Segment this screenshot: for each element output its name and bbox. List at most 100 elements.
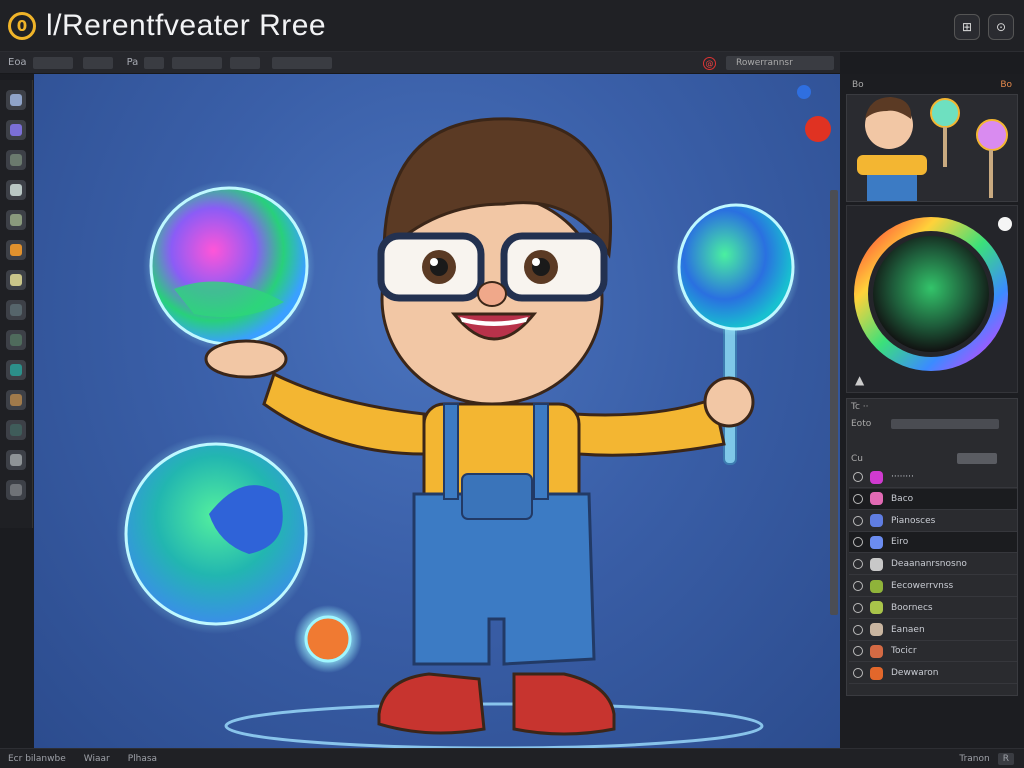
layer-thumbnail: [870, 492, 883, 506]
red-swatch[interactable]: [805, 116, 831, 142]
visibility-eye-icon[interactable]: [853, 646, 863, 657]
layer-thumbnail: [870, 514, 883, 528]
tool-select-button[interactable]: [6, 90, 26, 110]
canvas-scrollbar[interactable]: [830, 190, 838, 615]
toolbar-field-3[interactable]: [144, 56, 165, 69]
visibility-eye-icon[interactable]: [853, 668, 863, 679]
blue-swatch[interactable]: [797, 85, 811, 99]
layers-row-label: Eoto: [851, 419, 872, 429]
layers-header: Tc ··: [851, 402, 869, 412]
toolbar-menu-pa[interactable]: Pa: [127, 57, 139, 68]
right-hand: [703, 376, 755, 428]
toolbar-field-6[interactable]: [272, 56, 333, 69]
layer-row[interactable]: Pianosces: [849, 511, 1017, 532]
layer-row[interactable]: Eanaen: [849, 620, 1017, 641]
drawing-canvas[interactable]: [34, 74, 840, 748]
tool-eraser-button[interactable]: [6, 180, 26, 200]
smudge-icon: [10, 274, 22, 286]
toolbar-search-field[interactable]: Rowerrannsr: [726, 56, 834, 70]
tool-drop-button[interactable]: [6, 360, 26, 380]
layer-row[interactable]: Tocicr: [849, 641, 1017, 663]
layer-name: Deaananrsnosno: [891, 559, 967, 570]
brush-icon: [10, 304, 22, 316]
navigator-preview: [846, 94, 1018, 202]
visibility-eye-icon[interactable]: [853, 559, 863, 570]
current-color-swatch[interactable]: [998, 217, 1012, 231]
shape-icon: [10, 124, 22, 136]
toolbar-field-4[interactable]: [172, 56, 223, 69]
blend-mode-select[interactable]: [957, 453, 997, 464]
visibility-eye-icon[interactable]: [853, 581, 863, 591]
layer-name: Eanaen: [891, 624, 925, 635]
status-right-2[interactable]: R: [997, 752, 1014, 765]
status-item-3: Plhasa: [127, 753, 158, 764]
select-icon: [10, 94, 22, 106]
tool-brush-button[interactable]: [6, 300, 26, 320]
wand-bubble: [677, 203, 795, 331]
left-shoe: [377, 672, 486, 735]
left-hand: [204, 339, 288, 379]
eraser-icon: [10, 184, 22, 196]
drop-icon: [10, 364, 22, 376]
tool-color-pick-button[interactable]: [6, 240, 26, 260]
tool-smudge-button[interactable]: [6, 270, 26, 290]
layer-row[interactable]: Eiro: [849, 532, 1017, 554]
saturation-disc[interactable]: [873, 236, 989, 352]
preview-header: Bo Bo: [846, 78, 1018, 94]
status-bar: Ecr bilanwbe Wiaar Plhasa Tranon R: [0, 748, 1024, 768]
stamp-icon: [10, 334, 22, 346]
visibility-eye-icon[interactable]: [853, 515, 863, 526]
layers-panel: Tc ·· Eoto Cu ········ Baco Pianosces Eiro D…: [846, 398, 1018, 696]
toolbar: Eoa Pa @ Rowerrannsr: [0, 52, 840, 74]
tool-pen-button[interactable]: [6, 150, 26, 170]
layer-thumbnail: [870, 601, 883, 615]
status-item-1: Ecr bilanwbe: [8, 753, 66, 764]
opacity-slider[interactable]: [891, 419, 999, 429]
tool-blur-button[interactable]: [6, 390, 26, 410]
layer-row[interactable]: Baco: [849, 488, 1017, 510]
layer-row[interactable]: Deaananrsnosno: [849, 554, 1017, 576]
tool-fill-button[interactable]: [6, 210, 26, 230]
visibility-eye-icon[interactable]: [853, 493, 863, 504]
status-right-1: Tranon: [959, 753, 990, 764]
right-shoe: [512, 672, 616, 736]
record-icon[interactable]: @: [703, 57, 716, 70]
layer-name: Eecowerrvnss: [891, 581, 954, 591]
layer-thumbnail: [870, 557, 883, 571]
toolbar-field-1[interactable]: [32, 56, 73, 69]
tool-texture-button[interactable]: [6, 420, 26, 440]
tool-guide-button[interactable]: [6, 480, 26, 500]
layer-row[interactable]: Dewwaron: [849, 663, 1017, 685]
color-picker-panel[interactable]: ▲: [846, 205, 1018, 393]
tool-shape-button[interactable]: [6, 120, 26, 140]
toolbar-field-2[interactable]: [82, 56, 113, 69]
visibility-eye-icon[interactable]: [853, 537, 863, 548]
app-title: l/Rerentfveater Rree: [46, 8, 327, 42]
layer-name: ········: [891, 472, 914, 482]
tool-light-button[interactable]: [6, 450, 26, 470]
toolbar-menu-file[interactable]: Eoa: [8, 57, 27, 68]
pen-icon: [10, 154, 22, 166]
floor-ring: [224, 702, 764, 748]
eyedropper-icon[interactable]: ▲: [855, 373, 865, 387]
fill-icon: [10, 214, 22, 226]
window-settings-button[interactable]: ⊙: [988, 14, 1014, 40]
blur-icon: [10, 394, 22, 406]
layer-thumbnail: [870, 666, 883, 680]
window-layout-button[interactable]: ⊞: [954, 14, 980, 40]
visibility-eye-icon[interactable]: [853, 602, 863, 613]
layers-filter-label: Cu: [851, 454, 863, 464]
layer-row[interactable]: Boornecs: [849, 598, 1017, 619]
toolbar-field-5[interactable]: [230, 56, 261, 69]
light-icon: [10, 454, 22, 466]
tool-stamp-button[interactable]: [6, 330, 26, 350]
texture-icon: [10, 424, 22, 436]
visibility-eye-icon[interactable]: [853, 624, 863, 635]
layer-row[interactable]: ········: [849, 467, 1017, 488]
layer-name: Boornecs: [891, 602, 933, 613]
preview-badge[interactable]: Bo: [1000, 80, 1012, 90]
app-logo-icon: 0: [8, 11, 36, 40]
orange-ball: [304, 615, 352, 663]
visibility-eye-icon[interactable]: [853, 472, 863, 482]
layer-row[interactable]: Eecowerrvnss: [849, 576, 1017, 597]
